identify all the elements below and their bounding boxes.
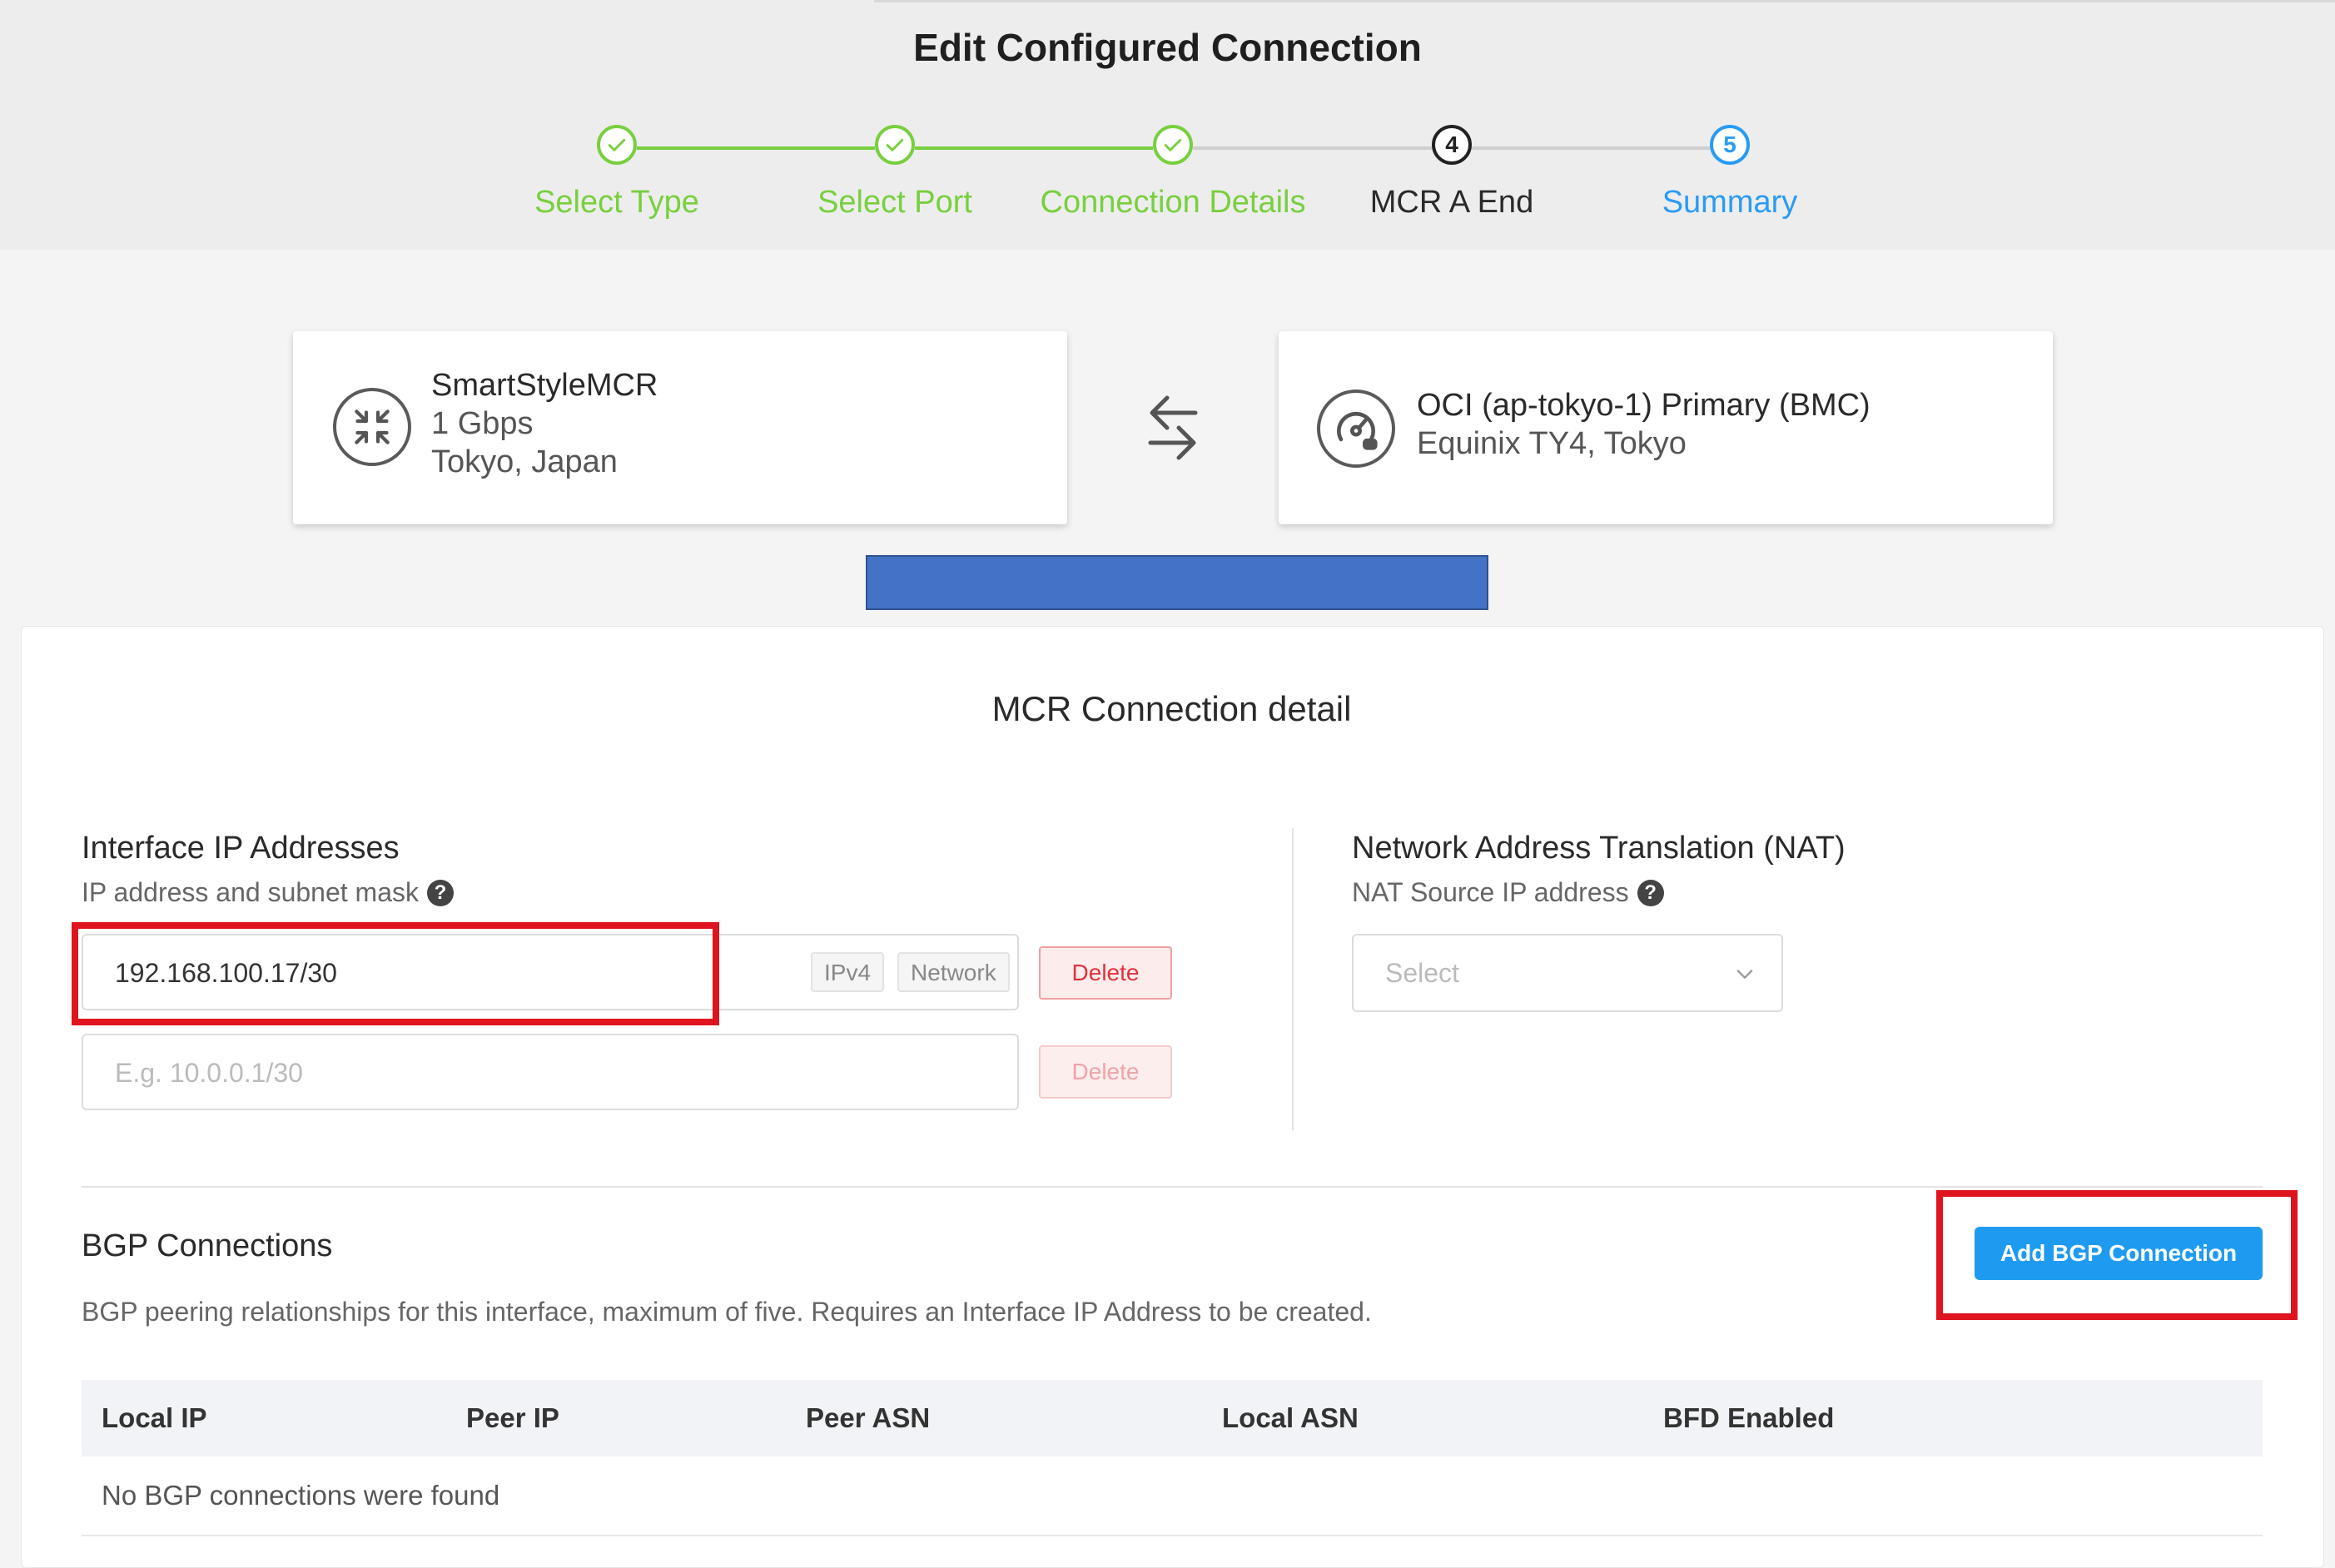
bgp-table: Local IP Peer IP Peer ASN Local ASN BFD … bbox=[82, 1380, 2263, 1536]
header-top-border bbox=[874, 0, 2335, 2]
step-connector bbox=[1472, 146, 1710, 150]
column-header-peer-asn[interactable]: Peer ASN bbox=[806, 1380, 930, 1456]
a-end-location: Tokyo, Japan bbox=[431, 444, 618, 479]
b-end-name: OCI (ap-tokyo-1) Primary (BMC) bbox=[1417, 388, 1870, 423]
nat-subtitle-text: NAT Source IP address bbox=[1352, 877, 1629, 907]
column-header-local-asn[interactable]: Local ASN bbox=[1222, 1380, 1359, 1456]
bgp-title: BGP Connections bbox=[82, 1228, 333, 1263]
interface-ip-subtitle-text: IP address and subnet mask bbox=[82, 877, 419, 907]
section-divider bbox=[82, 1186, 2263, 1188]
step-4-number: 4 bbox=[1432, 125, 1472, 165]
step-5-number[interactable]: 5 bbox=[1710, 125, 1750, 165]
step-connector bbox=[1193, 146, 1432, 150]
b-end-card: OCI (ap-tokyo-1) Primary (BMC) Equinix T… bbox=[1279, 331, 2053, 524]
column-header-bfd-enabled[interactable]: BFD Enabled bbox=[1663, 1380, 1834, 1456]
column-divider bbox=[1292, 828, 1294, 1130]
network-tag: Network bbox=[897, 952, 1010, 992]
step-connector bbox=[915, 146, 1153, 150]
ip-address-field[interactable] bbox=[82, 1034, 1019, 1110]
interface-ip-title: Interface IP Addresses bbox=[82, 831, 400, 866]
redaction-overlay bbox=[866, 555, 1488, 610]
column-header-peer-ip[interactable]: Peer IP bbox=[466, 1380, 559, 1456]
page-title: Edit Configured Connection bbox=[913, 26, 1422, 69]
bgp-empty-message: No BGP connections were found bbox=[82, 1456, 2263, 1536]
cloud-gauge-icon bbox=[1317, 390, 1395, 468]
delete-ip-button-2[interactable]: Delete bbox=[1039, 1045, 1172, 1099]
a-end-speed: 1 Gbps bbox=[431, 406, 534, 441]
a-end-card: SmartStyleMCR 1 Gbps Tokyo, Japan bbox=[293, 331, 1067, 524]
bgp-description: BGP peering relationships for this inter… bbox=[82, 1297, 1372, 1327]
bgp-table-header: Local IP Peer IP Peer ASN Local ASN BFD … bbox=[82, 1380, 2263, 1456]
step-3-check-icon[interactable] bbox=[1153, 125, 1193, 165]
swap-arrows-icon bbox=[1145, 391, 1200, 463]
help-icon[interactable]: ? bbox=[426, 879, 454, 906]
mcr-icon bbox=[333, 388, 411, 466]
step-connector bbox=[637, 146, 875, 150]
interface-ip-subtitle: IP address and subnet mask ? bbox=[82, 877, 454, 908]
b-end-location: Equinix TY4, Tokyo bbox=[1417, 426, 1687, 461]
nat-subtitle: NAT Source IP address ? bbox=[1352, 877, 1664, 908]
nat-source-ip-select[interactable]: Select bbox=[1352, 934, 1783, 1012]
annotation-highlight-ip bbox=[72, 922, 719, 1025]
step-1-check-icon[interactable] bbox=[597, 125, 637, 165]
step-2-check-icon[interactable] bbox=[875, 125, 915, 165]
step-label-summary[interactable]: Summary bbox=[1563, 185, 1896, 221]
ip-address-input-2[interactable] bbox=[113, 1035, 782, 1110]
delete-ip-button-1[interactable]: Delete bbox=[1039, 946, 1172, 1000]
panel-title: MCR Connection detail bbox=[991, 689, 1352, 728]
help-icon[interactable]: ? bbox=[1637, 879, 1664, 906]
nat-select-placeholder: Select bbox=[1385, 958, 1459, 988]
ipv4-tag: IPv4 bbox=[811, 952, 885, 992]
annotation-highlight-add-bgp bbox=[1936, 1190, 2298, 1320]
chevron-down-icon bbox=[1736, 970, 1753, 979]
a-end-name: SmartStyleMCR bbox=[431, 368, 658, 403]
nat-title: Network Address Translation (NAT) bbox=[1352, 831, 1846, 866]
column-header-local-ip[interactable]: Local IP bbox=[102, 1380, 207, 1456]
